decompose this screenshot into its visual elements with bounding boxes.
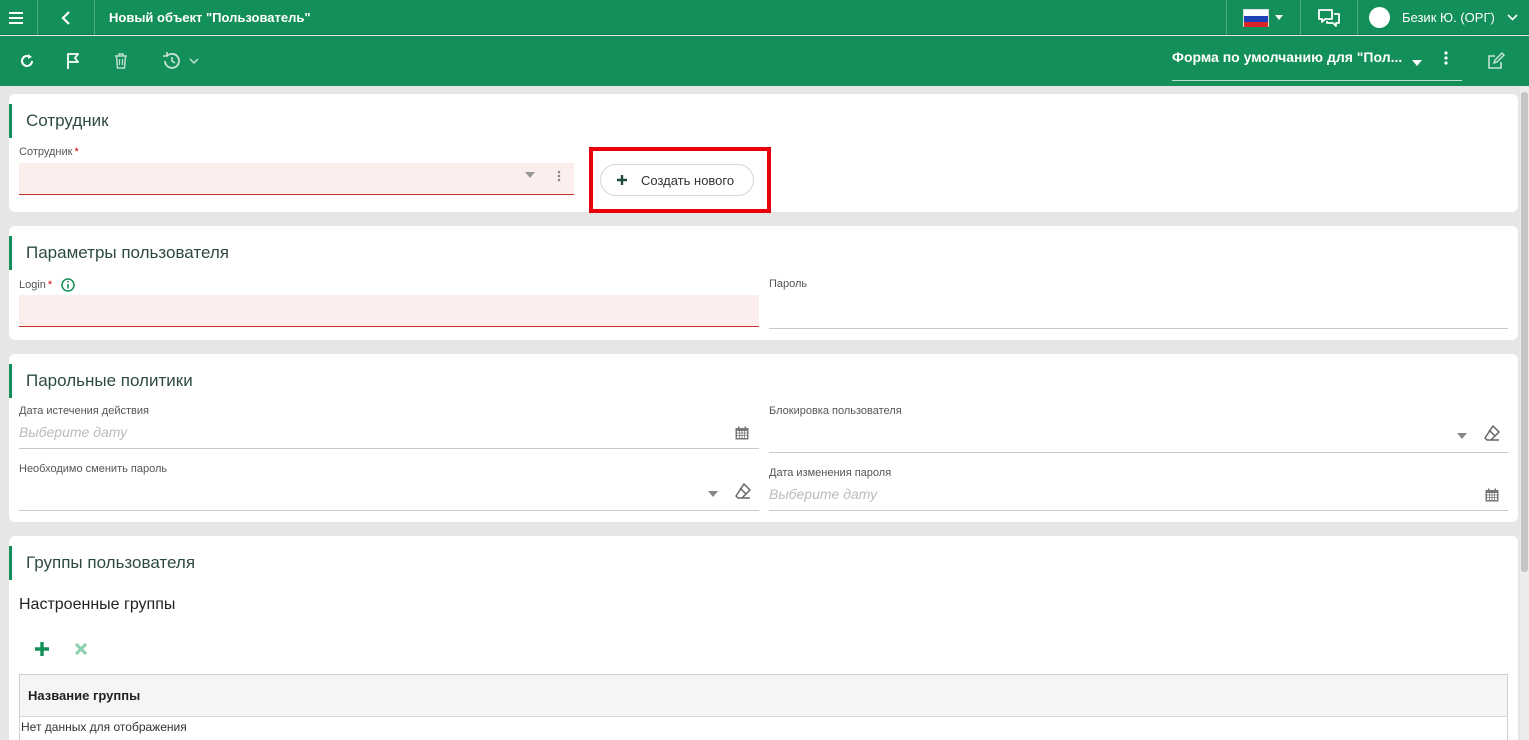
avatar — [1369, 7, 1390, 28]
refresh-icon[interactable] — [16, 48, 38, 74]
no-data-message: Нет данных для отображения — [21, 720, 187, 734]
page-title: Новый объект "Пользователь" — [109, 10, 311, 25]
highlight-box — [589, 147, 771, 213]
form-selector[interactable]: Форма по умолчанию для "Пол... — [1172, 46, 1462, 81]
menu-icon[interactable] — [0, 0, 32, 35]
back-icon[interactable] — [38, 0, 94, 35]
password-change-date-placeholder: Выберите дату — [769, 486, 878, 502]
user-name: Безик Ю. (ОРГ) — [1402, 10, 1495, 25]
caret-down-icon — [1275, 15, 1283, 20]
user-menu[interactable]: Безик Ю. (ОРГ) — [1369, 0, 1518, 35]
user-block-select[interactable] — [769, 421, 1508, 453]
eraser-icon[interactable] — [734, 482, 752, 505]
column-header-group-name[interactable]: Название группы — [20, 675, 1507, 717]
must-change-password-label: Необходимо сменить пароль — [19, 463, 168, 475]
login-label-text: Login — [19, 279, 46, 291]
employee-select[interactable] — [19, 163, 574, 195]
top-bar: Новый объект "Пользователь" Безик Ю. (ОР… — [0, 0, 1529, 35]
eraser-icon[interactable] — [1483, 424, 1501, 447]
expiry-date-placeholder: Выберите дату — [19, 424, 128, 440]
login-input[interactable] — [19, 295, 759, 327]
required-mark: * — [74, 146, 79, 158]
more-vertical-icon[interactable] — [1444, 51, 1448, 68]
configured-groups-title: Настроенные группы — [19, 596, 176, 613]
flag-icon[interactable] — [62, 48, 84, 74]
toolbar: Форма по умолчанию для "Пол... — [0, 36, 1529, 86]
caret-down-icon[interactable] — [708, 491, 718, 497]
groups-table: Название группы Нет данных для отображен… — [19, 674, 1508, 740]
password-input[interactable] — [769, 297, 1508, 329]
form-selector-value: Форма по умолчанию для "Пол... — [1172, 49, 1403, 65]
section-title-user-params: Параметры пользователя — [9, 236, 229, 270]
chat-icon[interactable] — [1301, 0, 1357, 35]
caret-down-icon[interactable] — [1457, 433, 1467, 439]
password-change-date-label: Дата изменения пароля — [769, 467, 892, 479]
expiry-date-label: Дата истечения действия — [19, 405, 149, 417]
expiry-date-input[interactable]: Выберите дату — [19, 417, 759, 449]
required-mark: * — [47, 279, 53, 291]
info-icon[interactable] — [61, 278, 75, 292]
calendar-icon[interactable] — [1485, 488, 1499, 507]
history-icon[interactable] — [158, 48, 202, 74]
calendar-icon[interactable] — [735, 426, 749, 445]
employee-field-label: Сотрудник * — [19, 146, 79, 158]
chevron-down-icon — [1507, 14, 1518, 21]
scrollbar-thumb[interactable] — [1521, 92, 1528, 572]
must-change-password-select[interactable] — [19, 479, 759, 511]
user-block-label: Блокировка пользователя — [769, 405, 902, 417]
section-title-password-policies: Парольные политики — [9, 364, 193, 398]
add-icon[interactable] — [32, 639, 52, 659]
caret-down-icon — [1412, 60, 1422, 66]
remove-icon[interactable] — [71, 639, 91, 659]
password-change-date-input[interactable]: Выберите дату — [769, 479, 1508, 511]
flag-ru-icon — [1243, 8, 1269, 27]
login-field-label: Login * — [19, 278, 75, 292]
section-title-employee: Сотрудник — [9, 104, 109, 138]
caret-down-icon[interactable] — [525, 172, 535, 178]
more-vertical-icon[interactable] — [557, 169, 561, 187]
password-field-label: Пароль — [769, 278, 808, 290]
employee-label-text: Сотрудник — [19, 146, 73, 158]
section-title-user-groups: Группы пользователя — [9, 546, 195, 580]
edit-icon[interactable] — [1484, 48, 1508, 74]
trash-icon[interactable] — [110, 48, 132, 74]
language-selector[interactable] — [1238, 0, 1288, 35]
